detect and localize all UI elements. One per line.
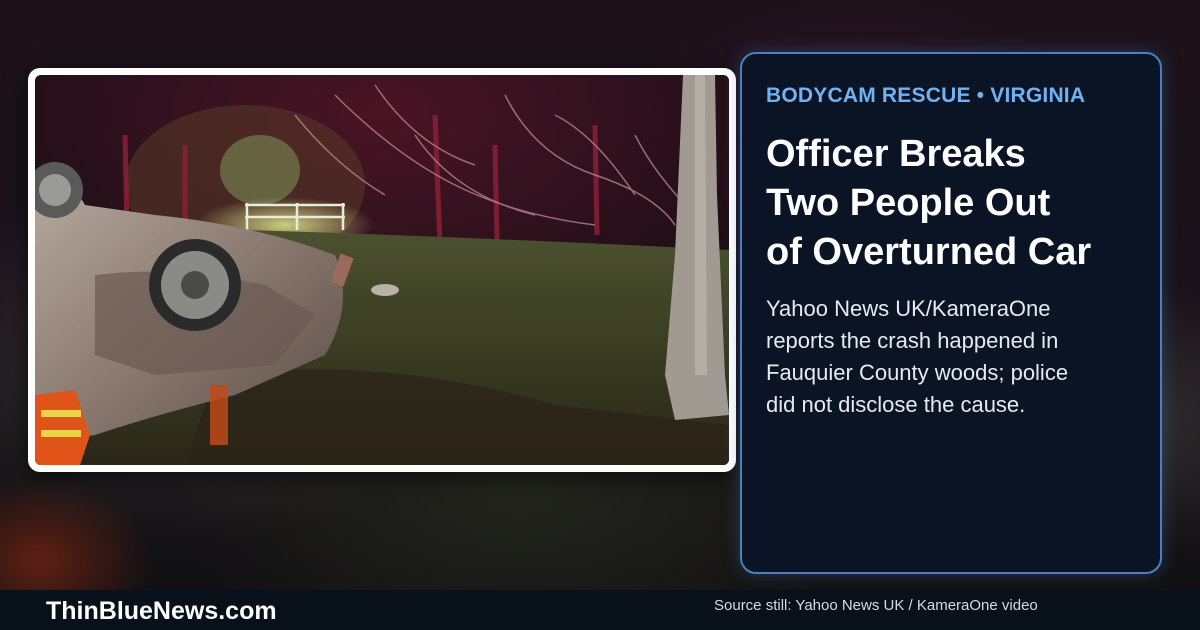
- summary-line: Yahoo News UK/KameraOne: [766, 296, 1051, 321]
- source-credit: Source still: Yahoo News UK / KameraOne …: [714, 597, 1038, 614]
- summary-line: reports the crash happened in: [766, 328, 1059, 353]
- summary-line: Fauquier County woods; police: [766, 360, 1069, 385]
- crash-scene-photo: [35, 75, 729, 465]
- photo-frame: [28, 68, 736, 472]
- headline-line: Two People Out: [766, 182, 1051, 224]
- headline-card: BODYCAM RESCUE • VIRGINIA Officer Breaks…: [740, 52, 1162, 574]
- headline-line: of Overturned Car: [766, 231, 1092, 273]
- summary-text: Yahoo News UK/KameraOne reports the cras…: [766, 293, 1138, 421]
- summary-line: did not disclose the cause.: [766, 392, 1026, 417]
- headline-line: Officer Breaks: [766, 133, 1026, 175]
- headline: Officer Breaks Two People Out of Overtur…: [766, 130, 1138, 277]
- kicker-label: BODYCAM RESCUE • VIRGINIA: [766, 84, 1086, 107]
- site-brand[interactable]: ThinBlueNews.com: [46, 597, 277, 625]
